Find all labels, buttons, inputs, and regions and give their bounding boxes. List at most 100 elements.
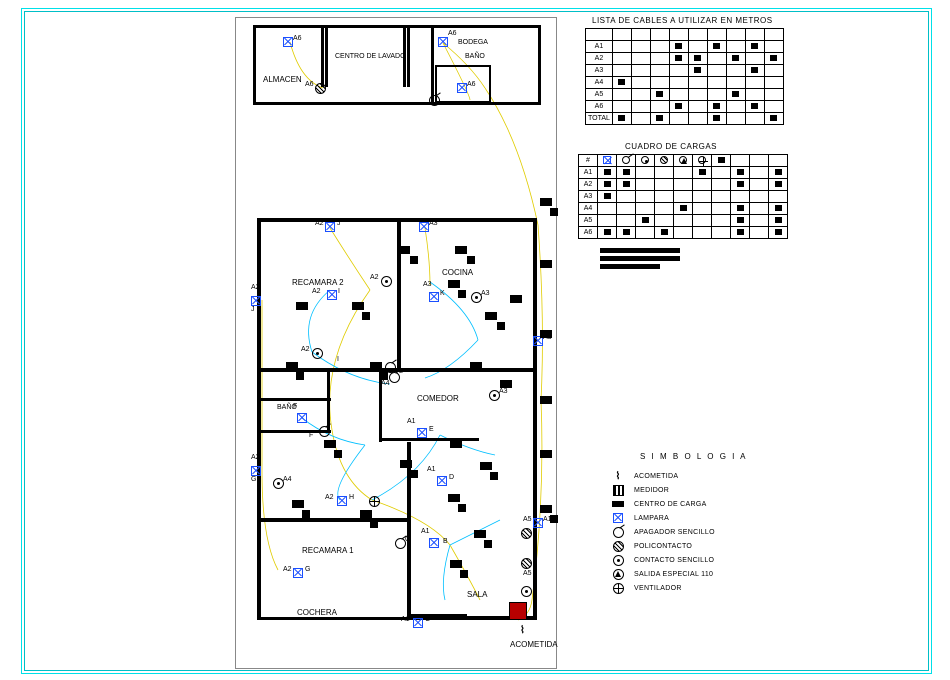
centro-carga-icon	[610, 498, 626, 510]
contacto-icon	[610, 554, 626, 566]
circuit-tag: A1	[427, 466, 436, 473]
row-label: A2	[586, 53, 613, 65]
row-label: A1	[579, 167, 598, 179]
summary-bar	[600, 256, 680, 261]
legend-row-ventilador: VENTILADOR	[610, 581, 800, 595]
wall	[431, 27, 434, 103]
wall	[261, 398, 331, 401]
main-house: RECAMARA 2 COCINA BAÑO COMEDOR RECAMARA …	[257, 218, 537, 636]
medidor-icon	[509, 602, 527, 620]
row-label: A6	[579, 227, 598, 239]
lamp-icon	[327, 290, 337, 302]
circuit-tag: A3	[429, 220, 438, 227]
wall	[407, 442, 411, 616]
salida-icon	[610, 568, 626, 580]
row-label: A1	[586, 41, 613, 53]
wall	[407, 27, 410, 87]
circuit-tag: C	[425, 616, 430, 623]
col-header: #	[579, 155, 598, 167]
lamp-icon	[417, 428, 427, 440]
circuit-tag: J	[251, 306, 255, 313]
circuit-tag: A5	[523, 570, 532, 577]
contact-icon	[521, 586, 532, 599]
policontacto-icon	[521, 528, 532, 541]
circuit-tag: A3	[481, 290, 490, 297]
simbologia-title: S I M B O L O G I A	[640, 452, 830, 461]
circuit-tag: A4	[283, 476, 292, 483]
lamp-icon	[610, 512, 626, 524]
lamp-icon	[297, 413, 307, 425]
circuit-tag: C	[405, 536, 410, 543]
contact-icon	[381, 276, 392, 289]
lamp-icon	[293, 568, 303, 580]
row-label: A5	[579, 215, 598, 227]
row-label: A5	[586, 89, 613, 101]
page: ALMACEN CENTRO DE LAVADO BAÑO BODEGA A6 …	[0, 0, 950, 680]
row-label: A4	[579, 203, 598, 215]
circuit-tag: A2	[370, 274, 379, 281]
lamp-icon	[283, 37, 293, 49]
wall	[325, 27, 328, 87]
room-label-sala: SALA	[467, 590, 487, 599]
row-label: A4	[586, 77, 613, 89]
ventilador-icon	[369, 496, 380, 509]
circuit-tag: A5	[523, 516, 532, 523]
lamp-icon	[457, 83, 467, 95]
lamp-icon	[437, 476, 447, 488]
lamp-icon	[429, 292, 439, 304]
simbologia-panel: S I M B O L O G I A ⌇ACOMETIDA MEDIDOR C…	[610, 452, 800, 595]
circuit-tag: J	[337, 220, 341, 227]
table-cables: A1 A2 A3 A4 A5 A6 TOTAL	[585, 28, 784, 125]
wall	[379, 438, 479, 441]
legend-row-salida110: SALIDA ESPECIAL 110	[610, 567, 800, 581]
circuit-tag: A1	[407, 418, 416, 425]
circuit-tag: A2	[251, 284, 260, 291]
circuit-tag: A6	[305, 81, 314, 88]
legend-row-apagador: APAGADOR SENCILLO	[610, 525, 800, 539]
medidor-icon	[610, 484, 626, 496]
legend-row-lampara: LAMPARA	[610, 511, 800, 525]
room-label-cochera: COCHERA	[297, 608, 337, 617]
room-label-recamara1: RECAMARA 1	[302, 546, 354, 555]
lamp-icon	[429, 538, 439, 550]
ventilador-icon	[610, 582, 626, 594]
circuit-tag: H	[349, 494, 354, 501]
circuit-tag: A1	[421, 528, 430, 535]
table-cables-title: LISTA DE CABLES A UTILIZAR EN METROS	[592, 16, 773, 25]
circuit-tag: A3	[499, 388, 508, 395]
lamp-icon	[419, 222, 429, 234]
circuit-tag: A2	[251, 454, 260, 461]
circuit-tag: A6	[448, 30, 457, 37]
circuit-tag: G	[251, 476, 256, 483]
legend-row-medidor: MEDIDOR	[610, 483, 800, 497]
circuit-tag: F	[309, 432, 313, 439]
table-cargas: # A1 A2 A3 A4 A5 A6	[578, 154, 788, 239]
room-label-centro-lavado: CENTRO DE LAVADO	[335, 53, 406, 60]
circuit-tag: G	[305, 566, 310, 573]
policontacto-icon	[315, 83, 326, 96]
circuit-tag: A2	[325, 494, 334, 501]
circuit-tag: D	[449, 474, 454, 481]
apagador-icon	[319, 426, 330, 439]
circuit-tag: I	[338, 288, 340, 295]
table-cargas-title: CUADRO DE CARGAS	[625, 142, 717, 151]
row-label: A3	[586, 65, 613, 77]
apagador-icon	[610, 526, 626, 538]
contact-icon	[312, 348, 323, 361]
row-label: A2	[579, 179, 598, 191]
circuit-tag: F	[293, 403, 297, 410]
apagador-icon	[429, 95, 440, 108]
wall	[261, 518, 407, 522]
room-label-bano-top: BAÑO	[465, 53, 485, 60]
utility-building: ALMACEN CENTRO DE LAVADO BAÑO BODEGA A6 …	[253, 25, 541, 105]
circuit-tag: K	[440, 290, 445, 297]
acometida-icon: ⌇	[520, 625, 525, 636]
circuit-tag: A2	[301, 346, 310, 353]
circuit-tag: A6	[467, 81, 476, 88]
lamp-icon	[337, 496, 347, 508]
summary-bar	[600, 248, 680, 253]
circuit-tag: A2	[312, 288, 321, 295]
lamp-icon	[438, 37, 448, 49]
circuit-tag: A3	[423, 281, 432, 288]
acometida-label: ACOMETIDA	[510, 640, 558, 649]
